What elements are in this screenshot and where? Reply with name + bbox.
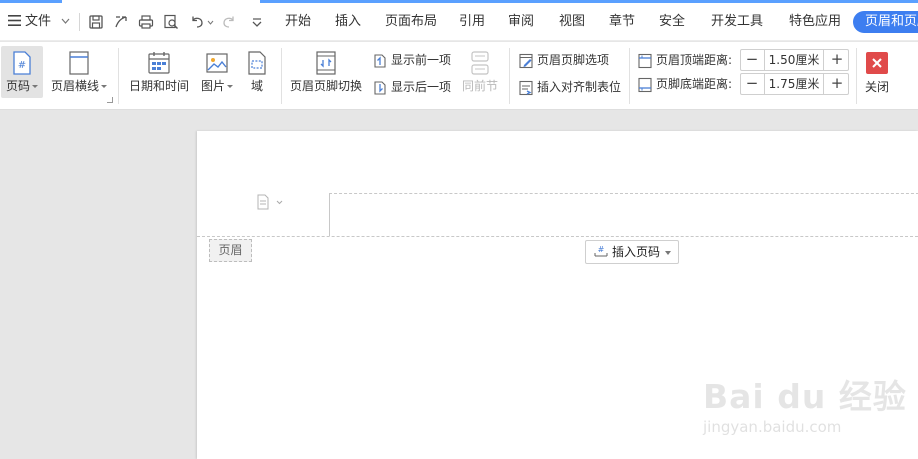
file-menu[interactable]: 文件 (8, 3, 70, 41)
header-line-button[interactable]: 页眉横线 (48, 46, 110, 98)
header-top-distance-label-row: 页眉顶端距离: (637, 49, 732, 71)
watermark-url: jingyan.baidu.com (703, 418, 842, 436)
field-button[interactable]: 域 (243, 46, 271, 98)
tab-header-footer[interactable]: 页眉和页脚 (853, 11, 918, 33)
close-header-footer-button[interactable]: 关闭 (861, 46, 893, 98)
tab-page-layout[interactable]: 页面布局 (385, 3, 437, 41)
increase-icon[interactable]: + (826, 50, 848, 70)
tab-view[interactable]: 视图 (559, 3, 585, 41)
switch-header-footer-label: 页眉页脚切换 (289, 79, 362, 93)
insert-page-number-label: 插入页码 (612, 245, 661, 259)
print-preview-icon[interactable] (163, 14, 179, 30)
hamburger-icon (8, 15, 21, 26)
page-number-button[interactable]: # 页码 (1, 46, 43, 98)
page-number-icon: # (13, 51, 31, 75)
tab-special-features[interactable]: 特色应用 (789, 3, 841, 41)
svg-text:#: # (18, 60, 26, 71)
tab-insert[interactable]: 插入 (335, 3, 361, 41)
show-previous-icon (374, 53, 386, 68)
field-label: 域 (250, 79, 263, 93)
show-next-button[interactable]: 显示后一项 (372, 76, 451, 98)
picture-icon (206, 53, 228, 73)
header-tag: 页眉 (209, 239, 252, 262)
header-top-distance-icon (638, 53, 652, 68)
page-number-label: 页码 (5, 79, 30, 93)
print-icon[interactable] (138, 14, 154, 30)
footer-bottom-distance-spinner[interactable]: − 1.75厘米 + (740, 73, 849, 95)
tab-references[interactable]: 引用 (459, 3, 485, 41)
baidu-watermark: Bai du 经验 jingyan.baidu.com (703, 360, 906, 440)
field-icon (248, 51, 266, 75)
increase-icon[interactable]: + (826, 74, 848, 94)
same-as-previous-label: 同前节 (461, 79, 498, 93)
decrease-icon[interactable]: − (741, 50, 763, 70)
undo-icon[interactable] (189, 14, 205, 30)
svg-text:#: # (598, 245, 605, 254)
close-label: 关闭 (864, 80, 889, 94)
header-edit-area[interactable] (329, 193, 918, 236)
picture-button[interactable]: 图片 (197, 46, 237, 98)
date-time-label: 日期和时间 (128, 79, 189, 93)
save-icon[interactable] (88, 14, 104, 30)
footer-bottom-distance-input[interactable]: 1.75厘米 (764, 74, 824, 94)
redo-icon[interactable] (221, 14, 237, 30)
decrease-icon[interactable]: − (741, 74, 763, 94)
watermark-brand: Bai du 经验 (703, 377, 907, 416)
show-next-label: 显示后一项 (391, 80, 452, 94)
file-menu-label: 文件 (25, 14, 52, 29)
tab-review[interactable]: 审阅 (508, 3, 534, 41)
same-as-previous-button[interactable]: 同前节 (460, 46, 500, 98)
document-icon[interactable] (257, 194, 287, 210)
tab-security[interactable]: 安全 (659, 3, 685, 41)
calendar-icon (148, 52, 170, 74)
switch-header-footer-icon (316, 51, 336, 75)
header-line-icon (69, 51, 89, 75)
header-footer-options-icon (519, 53, 533, 68)
tab-section[interactable]: 章节 (609, 3, 635, 41)
chevron-down-icon (61, 18, 70, 24)
export-pdf-icon[interactable] (113, 14, 129, 30)
insert-page-number-button[interactable]: # 插入页码 (585, 240, 679, 264)
dialog-launcher-icon[interactable] (107, 97, 113, 103)
header-footer-options-button[interactable]: 页眉页脚选项 (518, 49, 609, 71)
header-footer-options-label: 页眉页脚选项 (537, 53, 610, 67)
ribbon-toolbar: # 页码 页眉横线 日期和时间 图片 域 页眉页脚切换 显示前一项 显示后一项 … (0, 42, 918, 110)
align-tab-icon (519, 80, 533, 95)
insert-align-tab-label: 插入对齐制表位 (537, 80, 622, 94)
picture-label: 图片 (200, 79, 225, 93)
footer-bottom-distance-label-row: 页脚底端距离: (637, 73, 732, 95)
footer-bottom-distance-icon (638, 77, 652, 92)
insert-page-number-icon: # (594, 245, 608, 257)
tab-developer-tools[interactable]: 开发工具 (711, 3, 763, 41)
show-next-icon (374, 80, 386, 95)
header-boundary-line (197, 236, 918, 237)
show-previous-label: 显示前一项 (391, 53, 452, 67)
tab-home[interactable]: 开始 (285, 3, 311, 41)
undo-dropdown-icon[interactable] (207, 20, 214, 25)
close-icon (866, 52, 888, 74)
customize-toolbar-icon[interactable] (249, 14, 265, 30)
switch-header-footer-button[interactable]: 页眉页脚切换 (288, 46, 364, 98)
footer-bottom-distance-label: 页脚底端距离: (656, 77, 733, 91)
header-top-distance-label: 页眉顶端距离: (656, 53, 733, 67)
header-line-label: 页眉横线 (50, 79, 99, 93)
date-time-button[interactable]: 日期和时间 (126, 46, 192, 98)
link-to-previous-icon (471, 51, 489, 75)
insert-align-tab-button[interactable]: 插入对齐制表位 (518, 76, 621, 98)
menu-bar: 文件 开始 插入 页面布局 引用 审阅 视图 章节 安全 开发工具 特色应用 页… (0, 3, 918, 41)
header-top-distance-input[interactable]: 1.50厘米 (764, 50, 824, 70)
header-top-distance-spinner[interactable]: − 1.50厘米 + (740, 49, 849, 71)
show-previous-button[interactable]: 显示前一项 (372, 49, 451, 71)
